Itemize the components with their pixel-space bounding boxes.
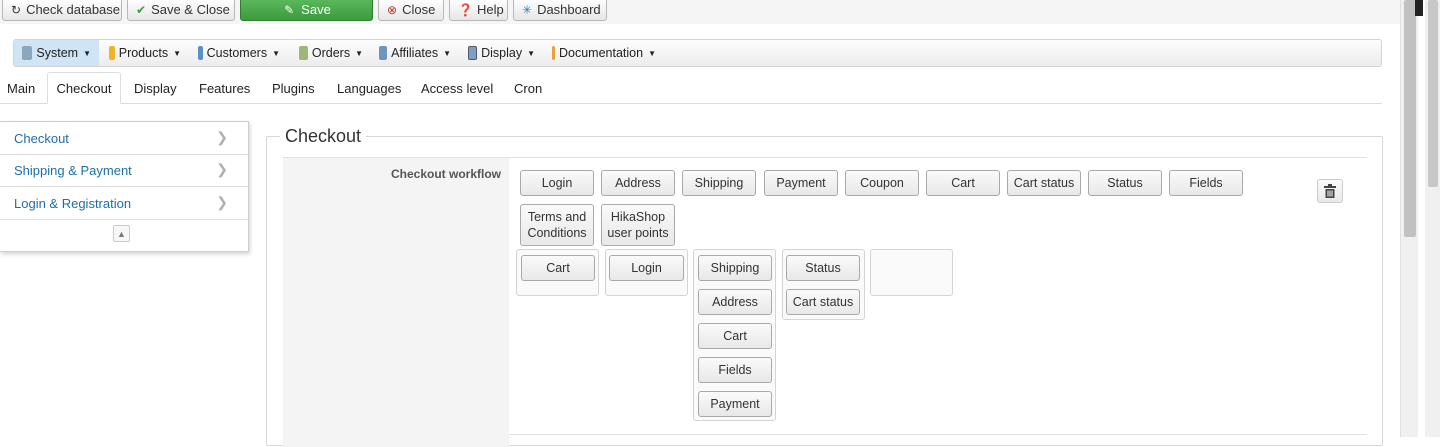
chevron-down-icon: ▼ [355, 48, 363, 58]
edit-icon: ✎ [284, 2, 295, 17]
tab-plugins[interactable]: Plugins [272, 72, 315, 104]
tab-cron[interactable]: Cron [514, 72, 542, 104]
menu-system[interactable]: System ▼ [14, 40, 99, 66]
menu-customers[interactable]: Customers ▼ [190, 40, 288, 66]
workflow-block-terms[interactable]: Terms and Conditions [520, 204, 594, 246]
users-icon [198, 46, 203, 60]
window-scrollbar[interactable] [1425, 0, 1440, 437]
trash-icon [1324, 184, 1336, 198]
step3-block-cart[interactable]: Cart [698, 323, 772, 349]
step2-block-login[interactable]: Login [609, 255, 684, 281]
check-database-button[interactable]: ↻ Check database [2, 0, 122, 21]
window-edge [1415, 0, 1423, 16]
page-scrollbar[interactable] [1400, 0, 1418, 437]
menu-affiliates[interactable]: Affiliates ▼ [371, 40, 459, 66]
workflow-block-user-points[interactable]: HikaShop user points [601, 204, 675, 246]
database-icon: ↻ [11, 2, 22, 17]
save-button[interactable]: ✎ Save [240, 0, 373, 21]
step3-block-fields[interactable]: Fields [698, 357, 772, 383]
tab-main[interactable]: Main [7, 72, 35, 104]
question-icon: ❓ [458, 2, 473, 17]
step4-block-status[interactable]: Status [786, 255, 860, 281]
workflow-step-new[interactable] [870, 249, 953, 296]
chevron-right-icon: ❯ [216, 129, 228, 145]
workflow-block-shipping[interactable]: Shipping [682, 170, 756, 196]
tab-access-level[interactable]: Access level [421, 72, 493, 104]
workflow-editor [509, 157, 1367, 447]
tab-checkout[interactable]: Checkout [47, 72, 121, 104]
display-icon [468, 46, 478, 60]
clipboard-icon [299, 46, 308, 60]
tab-features[interactable]: Features [199, 72, 250, 104]
chevron-down-icon: ▼ [173, 48, 181, 58]
wrench-icon [22, 46, 33, 60]
workflow-block-fields[interactable]: Fields [1169, 170, 1243, 196]
checkmark-icon: ✔ [136, 2, 147, 17]
section-nav: Checkout ❯ Shipping & Payment ❯ Login & … [0, 121, 249, 252]
workflow-block-address[interactable]: Address [601, 170, 675, 196]
workflow-block-status[interactable]: Status [1088, 170, 1162, 196]
chevron-down-icon: ▼ [648, 48, 656, 58]
menu-display[interactable]: Display ▼ [460, 40, 543, 66]
menu-orders[interactable]: Orders ▼ [291, 40, 371, 66]
menu-products[interactable]: Products ▼ [101, 40, 189, 66]
trash-drop-zone[interactable] [1317, 179, 1343, 203]
page-scrollbar-thumb[interactable] [1404, 0, 1416, 237]
section-title: Checkout [280, 126, 367, 147]
dashboard-button[interactable]: ✳ Dashboard [513, 0, 607, 21]
section-nav-item-login-registration[interactable]: Login & Registration ❯ [0, 187, 248, 220]
affiliate-icon [379, 46, 388, 60]
section-nav-item-shipping-payment[interactable]: Shipping & Payment ❯ [0, 154, 248, 187]
workflow-block-cart-status[interactable]: Cart status [1007, 170, 1081, 196]
step3-block-address[interactable]: Address [698, 289, 772, 315]
menu-documentation[interactable]: Documentation ▼ [544, 40, 664, 66]
main-menu: System ▼ Products ▼ Customers ▼ Orders ▼ Aff… [13, 39, 1382, 67]
step3-block-payment[interactable]: Payment [698, 391, 772, 417]
collapse-up-icon[interactable]: ▲ [113, 225, 130, 242]
box-icon [109, 46, 115, 60]
tab-languages[interactable]: Languages [337, 72, 401, 104]
dashboard-icon: ✳ [522, 2, 533, 17]
close-button[interactable]: ⊗ Close [378, 0, 444, 21]
checkout-workflow-label: Checkout workflow [390, 167, 501, 181]
workflow-block-login[interactable]: Login [520, 170, 594, 196]
chevron-down-icon: ▼ [443, 48, 451, 58]
window-scrollbar-thumb[interactable] [1428, 0, 1438, 187]
field-label-cell: Checkout workflow [283, 157, 509, 447]
step4-block-cart-status[interactable]: Cart status [786, 289, 860, 315]
chevron-right-icon: ❯ [216, 194, 228, 210]
save-close-button[interactable]: ✔ Save & Close [127, 0, 235, 21]
section-nav-item-checkout[interactable]: Checkout ❯ [0, 122, 248, 155]
workflow-block-cart[interactable]: Cart [926, 170, 1000, 196]
toolbar: ↻ Check database ✔ Save & Close ✎ Save ⊗… [0, 0, 1400, 24]
row-divider [509, 434, 1367, 435]
workflow-block-coupon[interactable]: Coupon [845, 170, 919, 196]
chevron-right-icon: ❯ [216, 161, 228, 177]
help-button[interactable]: ❓ Help [449, 0, 508, 21]
config-tabs: Main Checkout Display Features Plugins L… [0, 72, 1382, 104]
step1-block-cart[interactable]: Cart [521, 255, 595, 281]
close-circle-icon: ⊗ [387, 2, 398, 17]
chevron-down-icon: ▼ [527, 48, 535, 58]
chevron-down-icon: ▼ [83, 48, 91, 58]
gears-icon [552, 46, 555, 60]
workflow-block-payment[interactable]: Payment [764, 170, 838, 196]
step3-block-shipping[interactable]: Shipping [698, 255, 772, 281]
chevron-down-icon: ▼ [272, 48, 280, 58]
tab-display[interactable]: Display [134, 72, 177, 104]
